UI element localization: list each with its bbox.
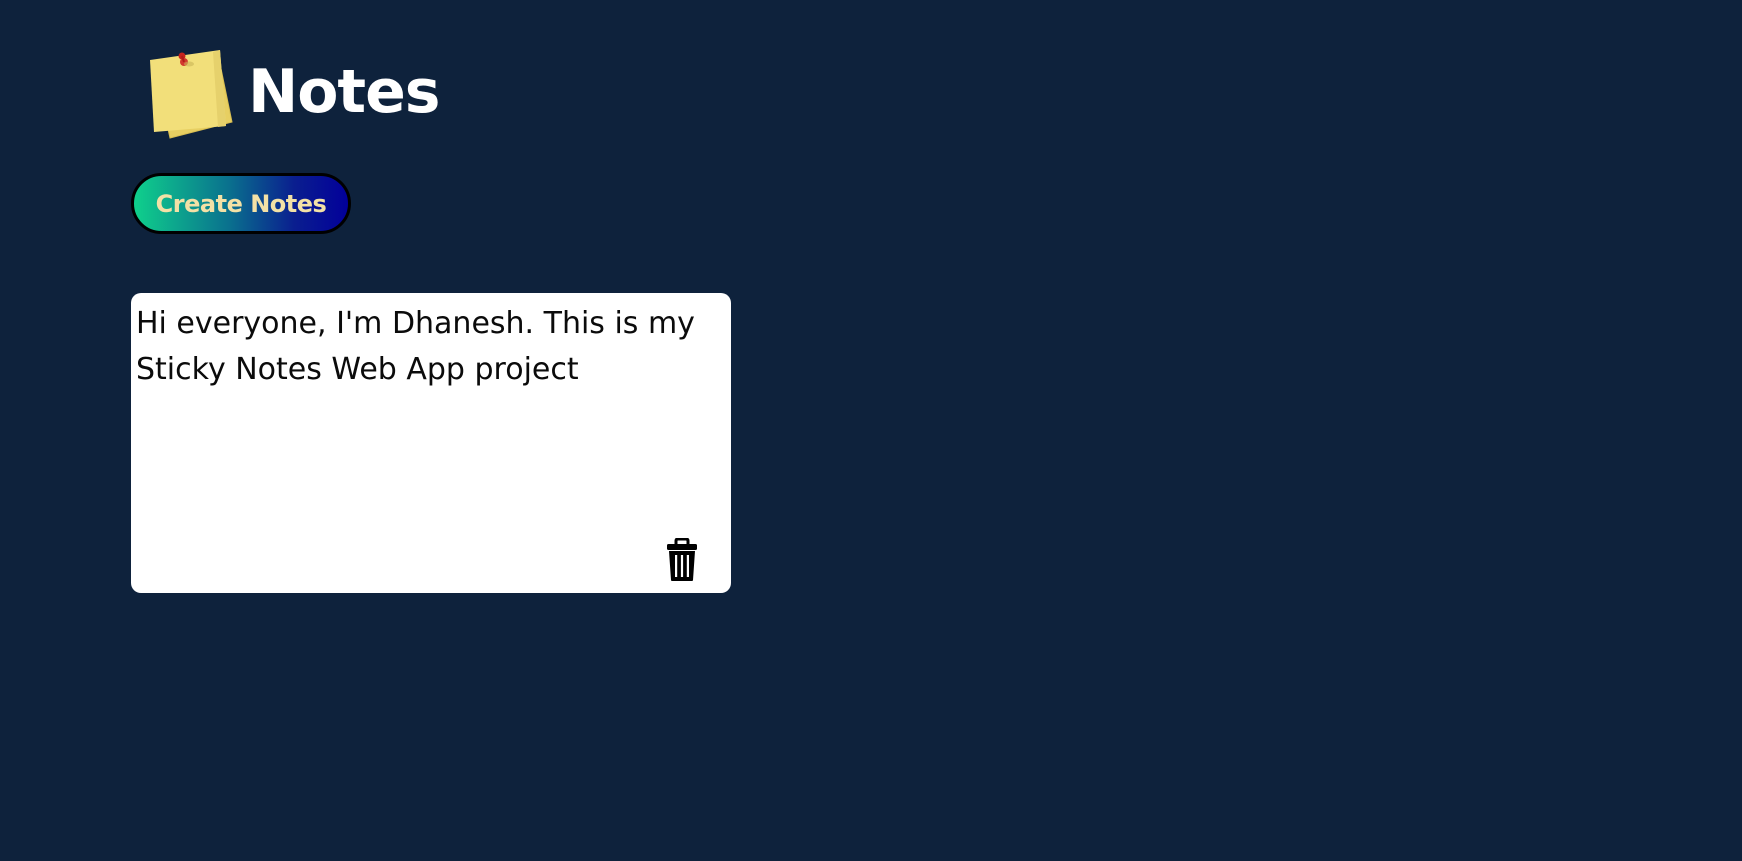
- page-title: Notes: [248, 57, 441, 127]
- delete-note-button[interactable]: [664, 538, 700, 582]
- note-text[interactable]: Hi everyone, I'm Dhanesh. This is my Sti…: [136, 301, 716, 393]
- create-notes-button[interactable]: Create Notes: [131, 173, 351, 234]
- trash-icon: [667, 538, 697, 581]
- note-card[interactable]: Hi everyone, I'm Dhanesh. This is my Sti…: [131, 293, 731, 593]
- notes-app: Notes Create Notes Hi everyone, I'm Dhan…: [0, 0, 1742, 861]
- sticky-notes-icon: [150, 50, 233, 139]
- app-header: Notes: [140, 44, 441, 140]
- notes-container: Hi everyone, I'm Dhanesh. This is my Sti…: [131, 293, 731, 593]
